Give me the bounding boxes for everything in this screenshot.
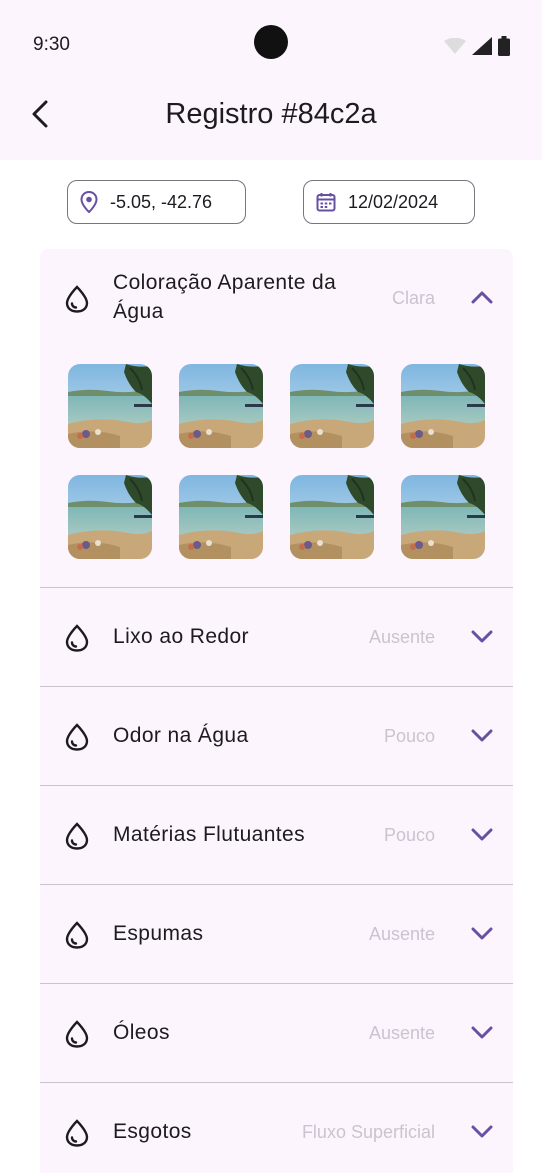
section-value: Ausente [368, 1023, 435, 1043]
water-drop-icon [64, 624, 90, 652]
parameters-panel: Coloração Aparente da Água Clara Lixo ao… [40, 249, 513, 1173]
calendar-icon [316, 192, 336, 212]
section-oleos: Óleos Ausente [40, 984, 513, 1083]
section-header-odor[interactable]: Odor na Água Pouco [40, 687, 513, 785]
section-value: Clara [391, 288, 435, 308]
status-icons [444, 36, 510, 61]
section-title: Coloração Aparente da Água [113, 271, 337, 323]
section-title: Odor na Água [113, 724, 249, 747]
section-materias: Matérias Flutuantes Pouco [40, 786, 513, 885]
location-pin-icon [80, 191, 98, 213]
section-odor: Odor na Água Pouco [40, 687, 513, 786]
chevron-down-icon[interactable] [469, 1119, 495, 1145]
section-title: Esgotos [113, 1120, 192, 1143]
water-drop-icon [64, 921, 90, 949]
section-header-materias[interactable]: Matérias Flutuantes Pouco [40, 786, 513, 884]
section-lixo: Lixo ao Redor Ausente [40, 588, 513, 687]
section-header-espumas[interactable]: Espumas Ausente [40, 885, 513, 983]
section-value: Pouco [383, 825, 435, 845]
wifi-icon [444, 37, 466, 59]
section-title: Lixo ao Redor [113, 625, 249, 648]
section-value: Ausente [368, 924, 435, 944]
section-coloracao: Coloração Aparente da Água Clara [40, 249, 513, 588]
water-photo[interactable] [401, 364, 485, 448]
status-bar: 9:30 [0, 0, 542, 88]
chevron-down-icon[interactable] [469, 822, 495, 848]
water-photo[interactable] [290, 364, 374, 448]
water-drop-icon [64, 822, 90, 850]
chevron-up-icon[interactable] [469, 284, 495, 310]
section-title: Óleos [113, 1021, 170, 1044]
battery-icon [498, 36, 510, 61]
location-chip[interactable]: -5.05, -42.76 [67, 180, 246, 224]
section-header-oleos[interactable]: Óleos Ausente [40, 984, 513, 1082]
signal-icon [472, 37, 492, 60]
photo-grid [40, 347, 513, 587]
section-header-coloracao[interactable]: Coloração Aparente da Água Clara [40, 249, 513, 347]
water-photo[interactable] [68, 364, 152, 448]
water-drop-icon [64, 1020, 90, 1048]
chevron-down-icon[interactable] [469, 921, 495, 947]
chevron-down-icon[interactable] [469, 624, 495, 650]
water-photo[interactable] [179, 364, 263, 448]
water-photo[interactable] [401, 475, 485, 559]
water-drop-icon [64, 723, 90, 751]
section-header-lixo[interactable]: Lixo ao Redor Ausente [40, 588, 513, 686]
chevron-down-icon[interactable] [469, 723, 495, 749]
section-value: Ausente [368, 627, 435, 647]
water-photo[interactable] [68, 475, 152, 559]
section-value: Fluxo Superficial [301, 1122, 435, 1142]
chevron-down-icon[interactable] [469, 1020, 495, 1046]
water-drop-icon [64, 285, 90, 313]
location-value: -5.05, -42.76 [110, 191, 213, 212]
app-bar: Registro #84c2a [0, 88, 542, 160]
water-photo[interactable] [290, 475, 374, 559]
section-esgotos: Esgotos Fluxo Superficial [40, 1083, 513, 1173]
camera-cutout [254, 25, 288, 59]
section-title: Espumas [113, 922, 204, 945]
water-drop-icon [64, 1119, 90, 1147]
section-title: Matérias Flutuantes [113, 823, 306, 846]
date-value: 12/02/2024 [348, 191, 439, 212]
section-espumas: Espumas Ausente [40, 885, 513, 984]
date-chip[interactable]: 12/02/2024 [303, 180, 475, 224]
page-title: Registro #84c2a [165, 98, 377, 130]
status-time: 9:30 [33, 34, 70, 55]
water-photo[interactable] [179, 475, 263, 559]
section-value: Pouco [383, 726, 435, 746]
section-header-esgotos[interactable]: Esgotos Fluxo Superficial [40, 1083, 513, 1173]
